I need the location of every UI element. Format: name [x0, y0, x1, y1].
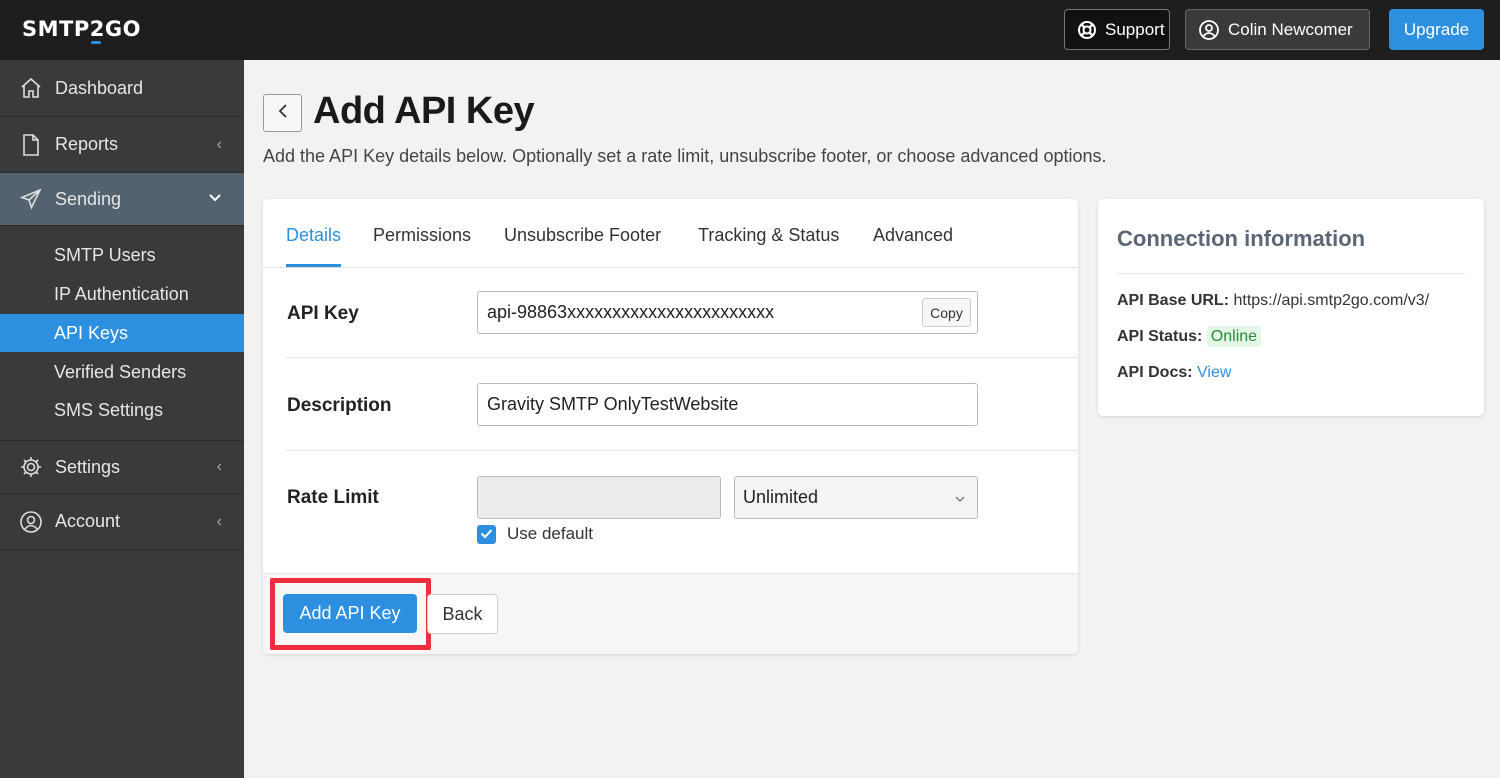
sidebar-item-label: Dashboard: [55, 77, 144, 98]
checkmark-icon: [480, 526, 493, 544]
chevron-left-icon: [277, 103, 289, 124]
user-menu-button[interactable]: Colin Newcomer: [1185, 9, 1370, 50]
api-base-url-row: API Base URL: https://api.smtp2go.com/v3…: [1117, 292, 1429, 310]
gear-icon: [19, 455, 43, 479]
chevron-left-icon: ‹: [216, 458, 222, 475]
use-default-label[interactable]: Use default: [507, 524, 593, 544]
api-key-field[interactable]: api-98863xxxxxxxxxxxxxxxxxxxxxxx Copy: [477, 291, 978, 334]
chevron-left-icon: ‹: [216, 135, 222, 153]
tab-details[interactable]: Details: [286, 225, 342, 267]
sidebar-item-account[interactable]: Account ‹: [0, 494, 244, 550]
api-base-url-label: API Base URL:: [1117, 292, 1230, 309]
sidebar-item-label: Account: [55, 511, 121, 531]
api-docs-label: API Docs:: [1117, 364, 1193, 381]
paper-plane-icon: [19, 187, 43, 211]
api-key-value: api-98863xxxxxxxxxxxxxxxxxxxxxxx: [487, 302, 775, 322]
divider: [286, 450, 1078, 451]
back-arrow-button[interactable]: [263, 94, 302, 132]
home-icon: [19, 76, 43, 100]
support-button[interactable]: Support: [1064, 9, 1170, 50]
sidebar-item-reports[interactable]: Reports ‹: [0, 117, 244, 173]
copy-button[interactable]: Copy: [922, 298, 971, 327]
sidebar-item-sending[interactable]: Sending: [0, 173, 244, 226]
rate-limit-select[interactable]: Unlimited: [734, 476, 978, 519]
rate-limit-label: Rate Limit: [287, 487, 379, 508]
api-docs-row: API Docs: View: [1117, 364, 1231, 382]
form-footer: Add API Key Back: [263, 573, 1078, 654]
rate-limit-input[interactable]: [477, 476, 721, 519]
connection-info-card: Connection information API Base URL: htt…: [1098, 199, 1484, 416]
chevron-left-icon: ‹: [216, 512, 222, 530]
chevron-down-icon: [953, 490, 967, 511]
sidebar-subitem-verified-senders[interactable]: Verified Senders: [0, 353, 244, 391]
tab-unsubscribe-footer[interactable]: Unsubscribe Footer: [504, 225, 661, 267]
sidebar-subitem-smtp-users[interactable]: SMTP Users: [0, 236, 244, 274]
logo-text-2: 2: [89, 17, 105, 44]
back-button[interactable]: Back: [427, 594, 498, 634]
support-label: Support: [1105, 19, 1165, 39]
tab-advanced[interactable]: Advanced: [873, 225, 953, 267]
api-status-row: API Status: Online: [1117, 326, 1262, 347]
top-bar: SMTP2GO Support Colin Newcomer Upgrade: [0, 0, 1500, 60]
logo-text-smtp: SMTP: [22, 17, 90, 41]
sidebar-item-dashboard[interactable]: Dashboard: [0, 60, 244, 117]
user-circle-icon: [1198, 19, 1220, 41]
document-icon: [19, 133, 43, 157]
logo[interactable]: SMTP2GO: [22, 17, 141, 44]
user-circle-icon: [19, 510, 43, 534]
user-name: Colin Newcomer: [1228, 19, 1353, 39]
api-key-form-card: Details Permissions Unsubscribe Footer T…: [263, 199, 1078, 654]
page-title: Add API Key: [313, 90, 535, 132]
status-badge: Online: [1206, 326, 1262, 347]
api-base-url-value: https://api.smtp2go.com/v3/: [1233, 292, 1430, 309]
tab-tracking-status[interactable]: Tracking & Status: [698, 225, 839, 267]
description-value: Gravity SMTP OnlyTestWebsite: [487, 394, 739, 414]
divider: [286, 357, 1078, 358]
tab-permissions[interactable]: Permissions: [373, 225, 471, 267]
upgrade-button[interactable]: Upgrade: [1389, 9, 1484, 50]
sidebar-item-label: Sending: [55, 188, 122, 209]
rate-limit-select-value: Unlimited: [743, 487, 819, 507]
description-field[interactable]: Gravity SMTP OnlyTestWebsite: [477, 383, 978, 426]
divider: [1117, 273, 1465, 274]
page-description: Add the API Key details below. Optionall…: [263, 146, 1107, 166]
sidebar-subitem-sms-settings[interactable]: SMS Settings: [0, 391, 244, 429]
api-docs-link[interactable]: View: [1197, 364, 1231, 381]
api-key-label: API Key: [287, 303, 359, 324]
sidebar-subitem-api-keys[interactable]: API Keys: [0, 314, 244, 352]
sidebar-item-settings[interactable]: Settings ‹: [0, 440, 244, 494]
chevron-down-icon: [208, 190, 222, 208]
tab-bar: Details Permissions Unsubscribe Footer T…: [263, 199, 1078, 268]
sidebar-item-label: Settings: [55, 456, 121, 477]
api-status-label: API Status:: [1117, 328, 1203, 345]
lifebuoy-icon: [1077, 20, 1097, 40]
use-default-checkbox[interactable]: [477, 525, 496, 544]
sidebar-subitem-ip-authentication[interactable]: IP Authentication: [0, 275, 244, 313]
sidebar: Dashboard Reports ‹ Sending SMTP Users I…: [0, 60, 244, 778]
add-api-key-button[interactable]: Add API Key: [283, 594, 417, 633]
logo-text-go: GO: [104, 17, 141, 41]
description-label: Description: [287, 395, 392, 416]
connection-info-title: Connection information: [1117, 226, 1366, 251]
sidebar-item-label: Reports: [55, 134, 119, 154]
